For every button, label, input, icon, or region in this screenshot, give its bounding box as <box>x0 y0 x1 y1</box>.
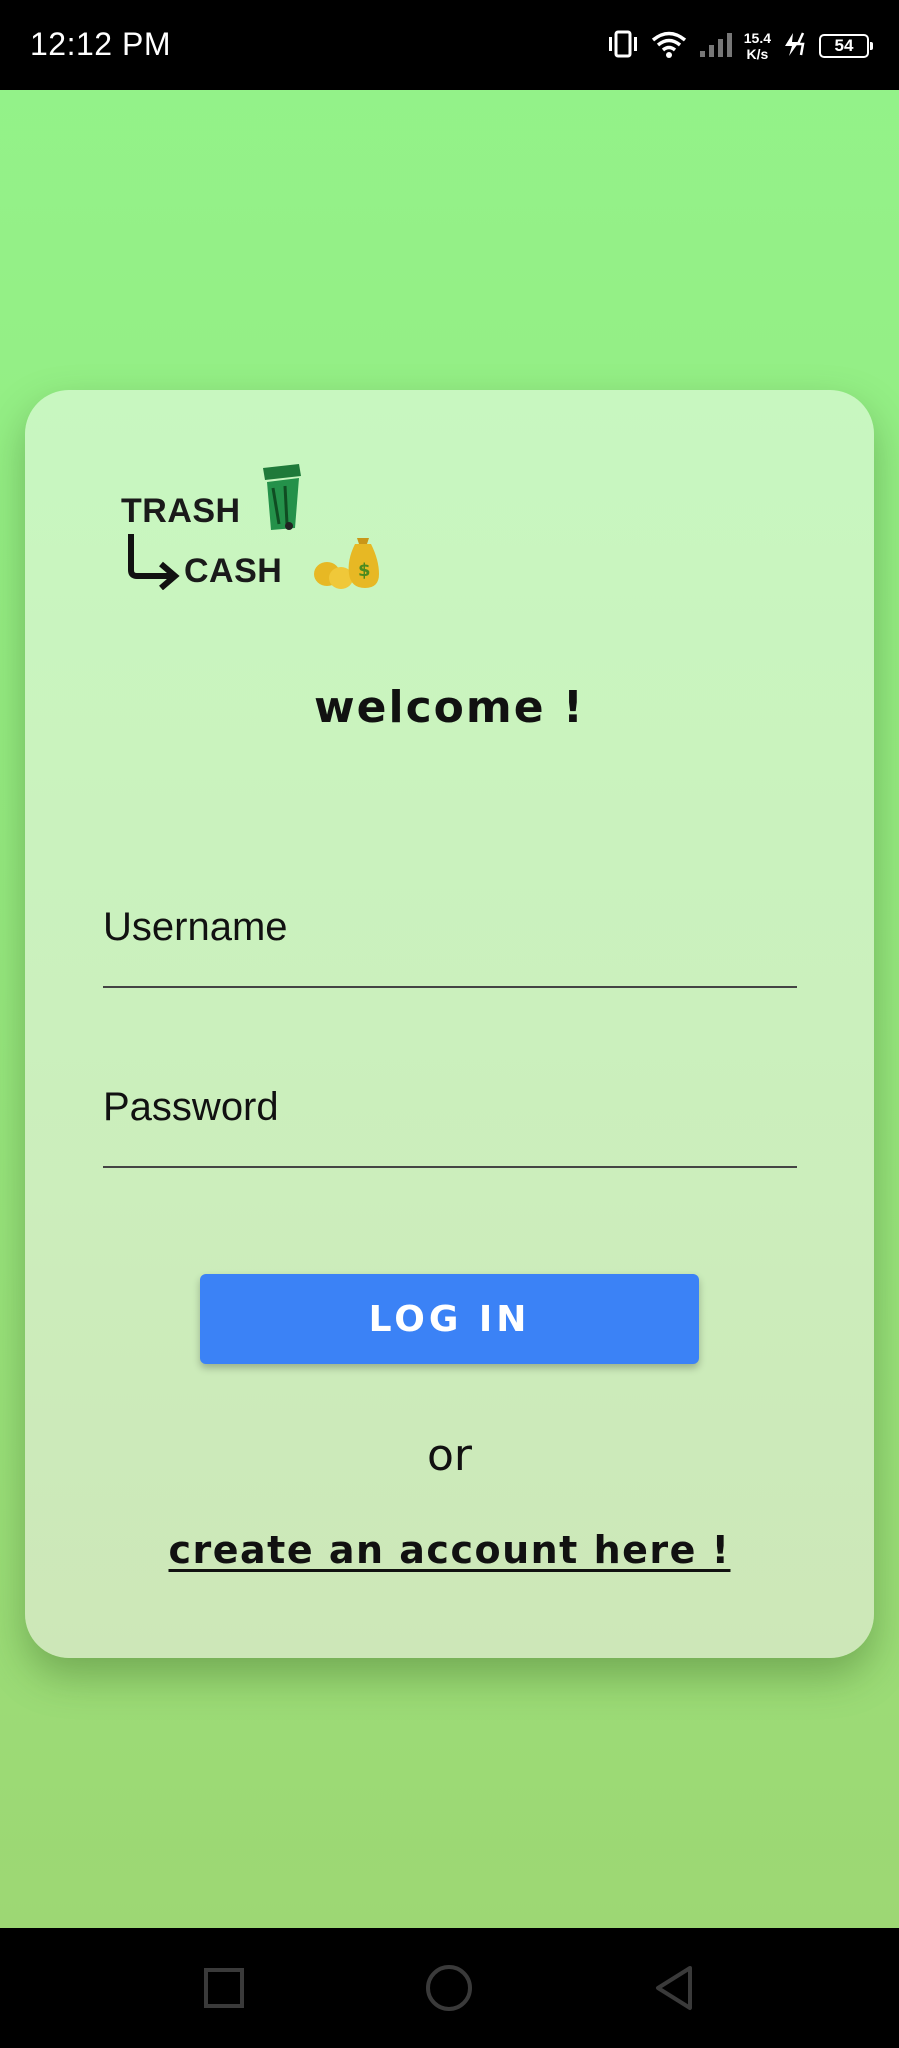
logo-text-cash: CASH <box>184 552 283 590</box>
login-card: TRASH CASH $ welcome ! Username LOG IN o… <box>25 390 874 1658</box>
app-logo: TRASH CASH $ <box>121 462 381 602</box>
money-bag-icon: $ <box>311 530 381 597</box>
username-field[interactable] <box>103 896 797 988</box>
password-field[interactable] <box>103 1076 797 1168</box>
wifi-icon <box>650 29 688 64</box>
home-icon[interactable] <box>421 1960 477 2016</box>
arrow-icon <box>123 532 185 595</box>
network-speed: 15.4 K/s <box>744 30 771 62</box>
battery-level: 54 <box>834 36 854 55</box>
logo-text-trash: TRASH <box>121 492 241 530</box>
login-button[interactable]: LOG IN <box>200 1274 699 1364</box>
charging-icon <box>781 30 809 63</box>
status-icons: 15.4 K/s 54 <box>606 24 873 68</box>
back-icon[interactable] <box>646 1960 702 2016</box>
vibrate-icon <box>606 29 640 64</box>
create-account-link[interactable]: create an account here ! <box>25 1528 874 1572</box>
battery-indicator: 54 <box>819 34 873 58</box>
network-speed-unit: K/s <box>746 46 769 62</box>
network-speed-value: 15.4 <box>743 30 771 46</box>
password-input[interactable] <box>103 1085 797 1130</box>
recent-apps-icon[interactable] <box>196 1960 252 2016</box>
signal-icon <box>698 29 734 64</box>
status-time: 12:12 PM <box>30 26 171 62</box>
svg-text:$: $ <box>358 560 371 581</box>
status-bar: 12:12 PM 15.4 K/s 54 <box>0 0 899 90</box>
trash-bin-icon <box>259 462 305 537</box>
navigation-bar <box>0 1928 899 2048</box>
welcome-title: welcome ! <box>314 682 585 733</box>
or-separator: or <box>426 1430 472 1481</box>
username-input[interactable] <box>103 905 797 950</box>
